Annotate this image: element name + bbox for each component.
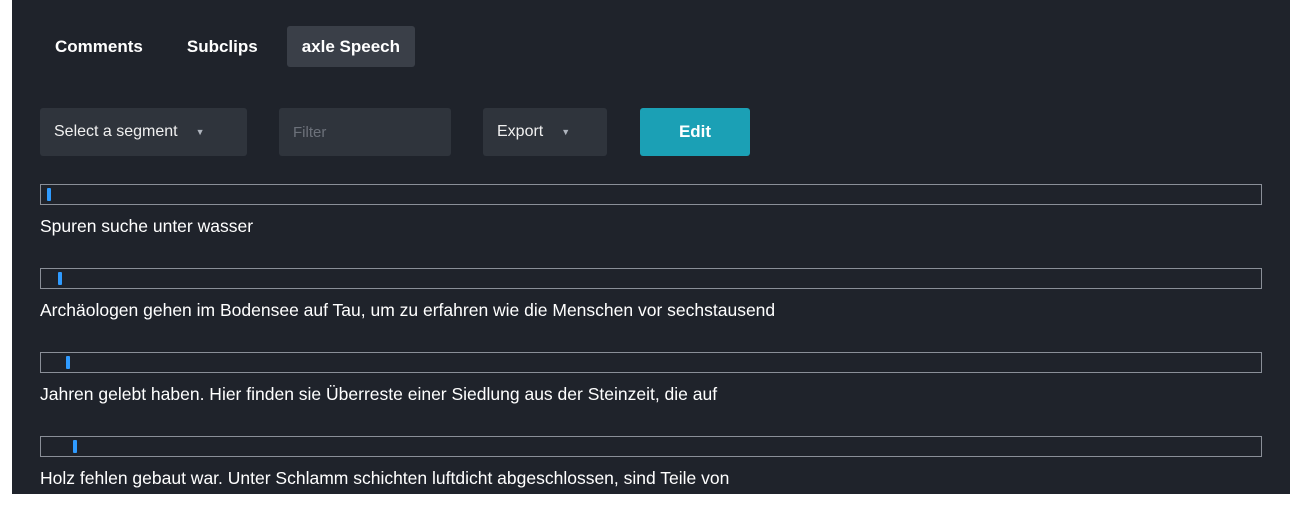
segment-item: Holz fehlen gebaut war. Unter Schlamm sc… xyxy=(40,436,1262,520)
export-select-label: Export xyxy=(497,123,544,140)
segment-position-marker[interactable] xyxy=(58,272,62,285)
speech-panel: Comments Subclips axle Speech Select a s… xyxy=(12,0,1290,494)
chevron-down-icon: ▼ xyxy=(561,127,571,137)
segment-timeline-bar[interactable] xyxy=(40,268,1262,289)
segment-text: Archäologen gehen im Bodensee auf Tau, u… xyxy=(40,300,776,320)
segment-item: Jahren gelebt haben. Hier finden sie Übe… xyxy=(40,352,1262,436)
segment-text: Jahren gelebt haben. Hier finden sie Übe… xyxy=(40,384,718,404)
tab-comments[interactable]: Comments xyxy=(40,26,158,67)
segment-timeline-bar[interactable] xyxy=(40,436,1262,457)
tab-subclips[interactable]: Subclips xyxy=(172,26,273,67)
chevron-down-icon: ▼ xyxy=(195,127,205,137)
segment-timeline-bar[interactable] xyxy=(40,184,1262,205)
segment-select[interactable]: Select a segment ▼ xyxy=(40,108,247,156)
export-select[interactable]: Export ▼ xyxy=(483,108,607,156)
tab-axle-speech[interactable]: axle Speech xyxy=(286,26,415,67)
segment-position-marker[interactable] xyxy=(47,188,51,201)
segment-item: Spuren suche unter wasser xyxy=(40,184,1262,268)
segment-position-marker[interactable] xyxy=(73,440,77,453)
segment-text: Holz fehlen gebaut war. Unter Schlamm sc… xyxy=(40,468,730,488)
segment-timeline-bar[interactable] xyxy=(40,352,1262,373)
segment-position-marker[interactable] xyxy=(66,356,70,369)
segment-item: Archäologen gehen im Bodensee auf Tau, u… xyxy=(40,268,1262,352)
segment-select-label: Select a segment xyxy=(54,123,178,140)
filter-input[interactable] xyxy=(279,108,451,156)
segment-list: Spuren suche unter wasser Archäologen ge… xyxy=(40,184,1262,520)
tab-bar: Comments Subclips axle Speech xyxy=(40,26,415,67)
edit-button[interactable]: Edit xyxy=(640,108,750,156)
segment-text: Spuren suche unter wasser xyxy=(40,216,254,236)
